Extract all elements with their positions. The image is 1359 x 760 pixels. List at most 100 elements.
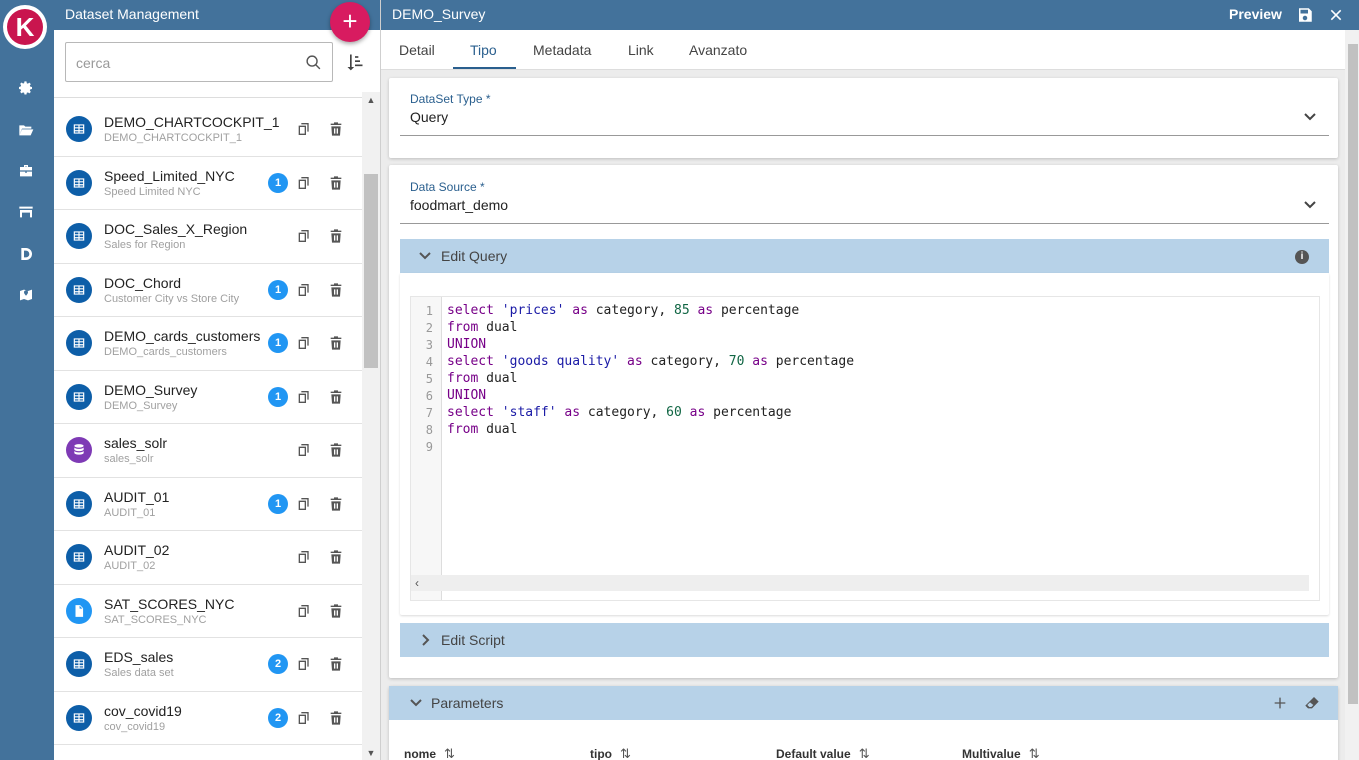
list-item[interactable]: AUDIT_02 AUDIT_02 [54, 531, 362, 585]
item-name: DEMO_cards_customers [104, 328, 261, 344]
chevron-down-icon[interactable] [418, 249, 432, 263]
delete-icon[interactable] [328, 335, 344, 351]
list-item[interactable]: DOC_Chord Customer City vs Store City 1 [54, 264, 362, 317]
add-dataset-button[interactable]: + [330, 2, 370, 42]
sort-arrows-icon[interactable]: ⇅ [444, 746, 455, 760]
delete-icon[interactable] [328, 175, 344, 191]
clone-icon[interactable] [296, 496, 312, 512]
column-default-value[interactable]: Default value ⇅ [776, 746, 870, 760]
clone-icon[interactable] [296, 335, 312, 351]
info-icon[interactable]: i [1295, 250, 1309, 264]
clone-icon[interactable] [296, 228, 312, 244]
clone-icon[interactable] [296, 603, 312, 619]
query-code-editor[interactable]: 1 2 3 4 5 6 7 8 9 select 'prices' as category, 8… [410, 296, 1320, 601]
code-line[interactable]: from dual [447, 371, 517, 386]
code-line[interactable]: from dual [447, 320, 517, 335]
list-item[interactable]: SAT_SCORES_NYC SAT_SCORES_NYC [54, 585, 362, 638]
chevron-down-icon[interactable] [1303, 198, 1317, 212]
line-number: 7 [425, 406, 433, 420]
delete-icon[interactable] [328, 549, 344, 565]
code-line[interactable]: select 'goods quality' as category, 70 a… [447, 354, 854, 369]
column-nome[interactable]: nome ⇅ [404, 746, 455, 760]
clone-icon[interactable] [296, 656, 312, 672]
search-icon[interactable] [305, 54, 322, 71]
chevron-down-icon[interactable] [1303, 110, 1317, 124]
list-item[interactable]: EDS_sales Sales data set 2 [54, 638, 362, 692]
list-item[interactable]: DEMO_CHARTCOCKPIT_1 DEMO_CHARTCOCKPIT_1 [54, 103, 362, 157]
editor-horizontal-scrollbar[interactable]: ‹ [411, 575, 1309, 591]
tab-metadata[interactable]: Metadata [533, 42, 591, 58]
sort-arrows-icon[interactable]: ⇅ [620, 746, 631, 760]
code-line[interactable]: UNION [447, 337, 486, 352]
add-parameter-icon[interactable] [1272, 695, 1288, 711]
detail-scrollbar[interactable] [1345, 30, 1359, 760]
clone-icon[interactable] [296, 389, 312, 405]
delete-icon[interactable] [328, 603, 344, 619]
delete-icon[interactable] [328, 656, 344, 672]
clone-icon[interactable] [296, 121, 312, 137]
delete-icon[interactable] [328, 389, 344, 405]
item-description: Sales for Region [104, 239, 186, 251]
code-line[interactable]: UNION [447, 388, 486, 403]
column-multivalue[interactable]: Multivalue ⇅ [962, 746, 1040, 760]
settings-gear-icon[interactable] [17, 79, 35, 97]
clone-icon[interactable] [296, 175, 312, 191]
briefcase-icon[interactable] [17, 162, 35, 180]
sort-icon[interactable] [345, 52, 365, 72]
save-icon[interactable] [1296, 6, 1314, 24]
store-icon[interactable] [17, 203, 35, 221]
scroll-up-icon[interactable]: ▲ [366, 95, 376, 105]
list-item[interactable]: sales_solr sales_solr [54, 424, 362, 478]
clone-icon[interactable] [296, 442, 312, 458]
clone-icon[interactable] [296, 282, 312, 298]
list-item[interactable]: DOC_Sales_X_Region Sales for Region [54, 210, 362, 264]
app-logo[interactable]: K [3, 5, 47, 49]
item-name: DEMO_Survey [104, 381, 198, 398]
scroll-down-icon[interactable]: ▼ [366, 748, 376, 758]
data-source-select[interactable]: foodmart_demo [410, 197, 508, 213]
list-item[interactable]: AUDIT_01 AUDIT_01 1 [54, 478, 362, 531]
delete-icon[interactable] [328, 710, 344, 726]
delete-icon[interactable] [328, 496, 344, 512]
chevron-down-icon[interactable] [409, 696, 423, 710]
scroll-left-icon[interactable]: ‹ [415, 576, 419, 590]
item-name: EDS_sales [104, 649, 174, 665]
tab-tipo[interactable]: Tipo [470, 42, 497, 58]
delete-icon[interactable] [328, 121, 344, 137]
clone-icon[interactable] [296, 549, 312, 565]
sort-arrows-icon[interactable]: ⇅ [859, 746, 870, 760]
edit-script-header[interactable]: Edit Script [400, 623, 1329, 657]
sort-arrows-icon[interactable]: ⇅ [1029, 746, 1040, 760]
tab-avanzato[interactable]: Avanzato [689, 42, 747, 58]
code-line[interactable]: select 'prices' as category, 85 as perce… [447, 303, 799, 318]
dataset-list: DEMO_CHARTCOCKPIT_1 DEMO_CHARTCOCKPIT_1 Sp… [54, 103, 362, 760]
line-number: 9 [425, 440, 433, 454]
detail-scrollbar-thumb[interactable] [1348, 44, 1358, 704]
eraser-icon[interactable] [1304, 695, 1320, 711]
folder-open-icon[interactable] [17, 121, 35, 139]
list-item[interactable]: DEMO_Survey DEMO_Survey 1 [54, 371, 362, 424]
edit-query-header[interactable]: Edit Query i [400, 239, 1329, 273]
map-icon[interactable] [17, 286, 35, 304]
dataset-type-select[interactable]: Query [410, 109, 448, 125]
document-d-icon[interactable] [17, 245, 35, 263]
delete-icon[interactable] [328, 442, 344, 458]
delete-icon[interactable] [328, 282, 344, 298]
list-scrollbar[interactable]: ▲ ▼ [362, 92, 380, 760]
code-line[interactable]: from dual [447, 422, 517, 437]
preview-button[interactable]: Preview [1229, 6, 1282, 22]
search-input[interactable] [76, 53, 296, 73]
parameters-header[interactable]: Parameters [389, 686, 1338, 720]
list-item[interactable]: cov_covid19 cov_covid19 2 [54, 692, 362, 745]
close-icon[interactable] [1327, 6, 1345, 24]
column-tipo[interactable]: tipo ⇅ [590, 746, 631, 760]
tab-link[interactable]: Link [628, 42, 654, 58]
delete-icon[interactable] [328, 228, 344, 244]
list-item[interactable]: DEMO_cards_customers DEMO_cards_customers… [54, 317, 362, 371]
code-line[interactable]: select 'staff' as category, 60 as percen… [447, 405, 791, 420]
clone-icon[interactable] [296, 710, 312, 726]
list-scrollbar-thumb[interactable] [364, 174, 378, 368]
tab-detail[interactable]: Detail [399, 42, 435, 58]
list-item[interactable]: Speed_Limited_NYC Speed Limited NYC 1 [54, 157, 362, 210]
chevron-right-icon[interactable] [418, 633, 432, 647]
